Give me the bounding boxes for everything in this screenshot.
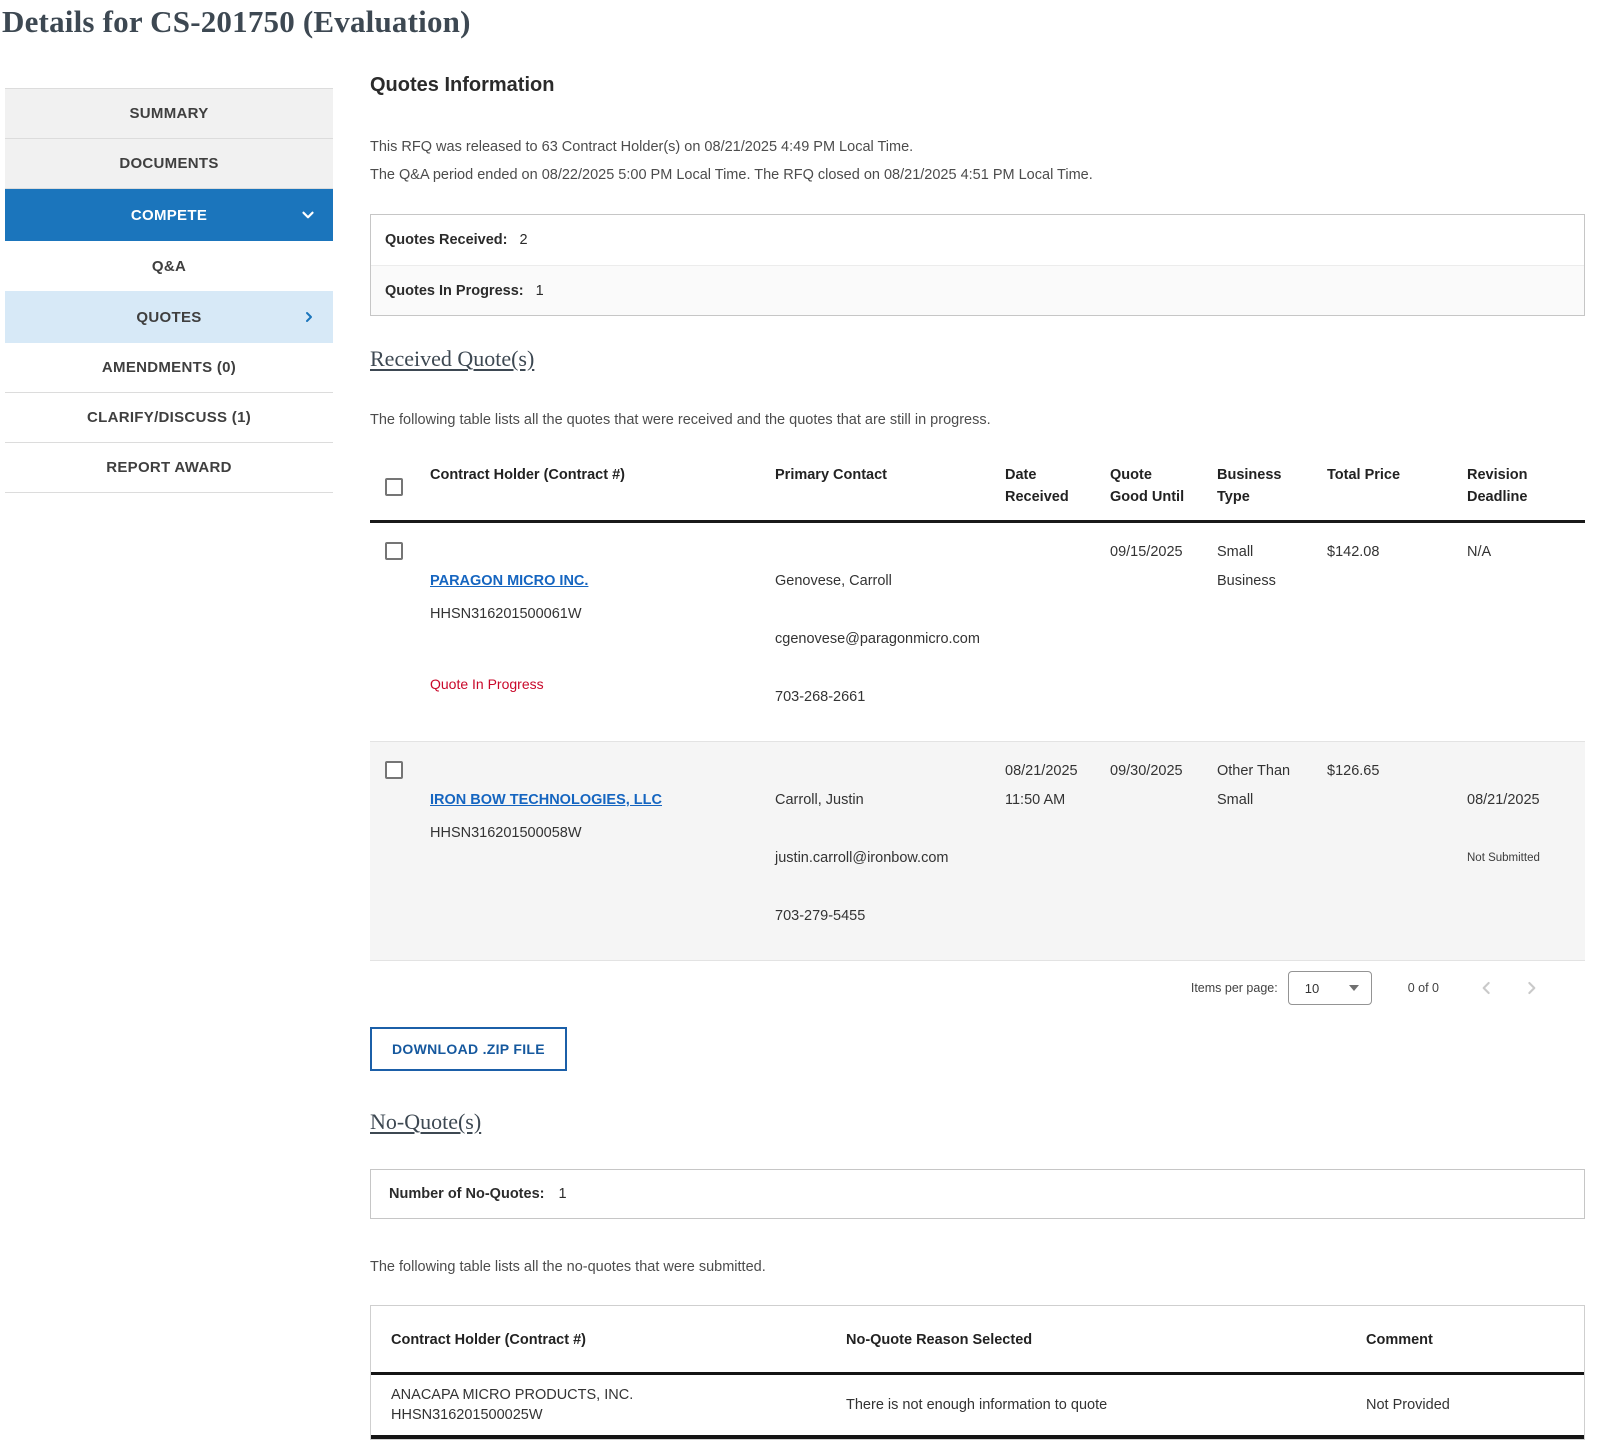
sidebar-item-label: Q&A <box>152 258 186 275</box>
page-size-value: 10 <box>1305 981 1319 996</box>
col-date-received: Date Received <box>1005 464 1110 508</box>
col-nq-comment: Comment <box>1366 1306 1584 1372</box>
col-total-price: Total Price <box>1327 464 1467 508</box>
contract-number: HHSN316201500061W <box>430 600 763 629</box>
sidebar-item-clarify-discuss[interactable]: CLARIFY/DISCUSS (1) <box>5 393 333 443</box>
sidebar-item-qa[interactable]: Q&A <box>5 241 333 291</box>
business-type-value: Other Than Small <box>1217 757 1327 960</box>
date-received-value <box>1005 538 1110 741</box>
row-checkbox[interactable] <box>385 761 403 779</box>
quotes-summary-box: Quotes Received: 2 Quotes In Progress: 1 <box>370 214 1585 316</box>
quote-row-paragon: PARAGON MICRO INC. HHSN316201500061W Quo… <box>370 523 1585 742</box>
no-quotes-table: Contract Holder (Contract #) No-Quote Re… <box>370 1305 1585 1440</box>
sidebar-item-documents[interactable]: DOCUMENTS <box>5 139 333 189</box>
page-range-label: 0 of 0 <box>1408 981 1439 995</box>
received-quotes-header: Contract Holder (Contract #) Primary Con… <box>370 452 1585 523</box>
quotes-received-label: Quotes Received: <box>385 232 508 248</box>
total-price-value: $126.65 <box>1327 757 1467 960</box>
contact-name: Genovese, Carroll <box>775 567 993 596</box>
received-quotes-table: Contract Holder (Contract #) Primary Con… <box>370 452 1585 1015</box>
col-revision-deadline: Revision Deadline <box>1467 464 1585 508</box>
contract-number: HHSN316201500058W <box>430 819 763 848</box>
previous-page-icon[interactable] <box>1477 978 1497 998</box>
quotes-in-progress-value: 1 <box>536 283 544 299</box>
received-quotes-heading: Received Quote(s) <box>370 346 1585 372</box>
page-size-select[interactable]: 10 <box>1288 971 1372 1005</box>
col-nq-reason: No-Quote Reason Selected <box>846 1306 1366 1372</box>
rfq-released-line: This RFQ was released to 63 Contract Hol… <box>370 133 1585 161</box>
paginator: Items per page: 10 0 of 0 <box>370 960 1585 1015</box>
col-business-type: Business Type <box>1217 464 1327 508</box>
row-checkbox[interactable] <box>385 542 403 560</box>
sidebar-item-quotes[interactable]: QUOTES <box>5 291 333 343</box>
quote-good-until-value: 09/30/2025 <box>1110 757 1217 960</box>
contact-phone: 703-268-2661 <box>775 683 993 712</box>
no-quote-row-anacapa: ANACAPA MICRO PRODUCTS, INC. HHSN3162015… <box>371 1375 1584 1439</box>
sidebar-item-label: QUOTES <box>136 309 201 326</box>
contract-holder-link[interactable]: PARAGON MICRO INC. <box>430 570 588 592</box>
sidebar-item-label: AMENDMENTS (0) <box>102 359 236 376</box>
download-zip-button[interactable]: DOWNLOAD .ZIP FILE <box>370 1027 567 1071</box>
no-quotes-description: The following table lists all the no-quo… <box>370 1259 1585 1275</box>
col-quote-good-until: Quote Good Until <box>1110 464 1217 508</box>
no-quotes-heading: No-Quote(s) <box>370 1109 1585 1135</box>
sidebar-item-label: DOCUMENTS <box>119 155 218 172</box>
col-primary-contact: Primary Contact <box>775 464 1005 508</box>
sidebar: SUMMARY DOCUMENTS COMPETE Q&A QUOTES AME… <box>5 88 333 493</box>
sidebar-item-report-award[interactable]: REPORT AWARD <box>5 443 333 493</box>
sidebar-item-label: SUMMARY <box>129 105 208 122</box>
quotes-in-progress-row: Quotes In Progress: 1 <box>371 265 1584 315</box>
main-content: Quotes Information This RFQ was released… <box>370 74 1585 1440</box>
no-quote-comment: Not Provided <box>1366 1387 1584 1423</box>
sidebar-item-summary[interactable]: SUMMARY <box>5 89 333 139</box>
contact-email: cgenovese@paragonmicro.com <box>775 625 993 654</box>
page-title: Details for CS-201750 (Evaluation) <box>2 4 471 40</box>
col-nq-contract-holder: Contract Holder (Contract #) <box>371 1306 846 1372</box>
col-contract-holder: Contract Holder (Contract #) <box>430 464 775 508</box>
sidebar-item-label: REPORT AWARD <box>106 459 232 476</box>
sidebar-item-compete[interactable]: COMPETE <box>5 189 333 241</box>
quote-good-until-value: 09/15/2025 <box>1110 538 1217 741</box>
quote-row-ironbow: IRON BOW TECHNOLOGIES, LLC HHSN316201500… <box>370 742 1585 960</box>
no-quotes-count-label: Number of No-Quotes: <box>389 1186 544 1202</box>
quotes-received-row: Quotes Received: 2 <box>371 215 1584 265</box>
quotes-information-title: Quotes Information <box>370 74 1585 97</box>
quotes-received-value: 2 <box>520 232 528 248</box>
chevron-right-icon <box>301 309 317 325</box>
next-page-icon[interactable] <box>1521 978 1541 998</box>
contact-email: justin.carroll@ironbow.com <box>775 844 993 873</box>
contract-holder-link[interactable]: IRON BOW TECHNOLOGIES, LLC <box>430 789 662 811</box>
items-per-page-label: Items per page: <box>1191 981 1278 995</box>
no-quotes-header: Contract Holder (Contract #) No-Quote Re… <box>371 1306 1584 1375</box>
sidebar-item-label: CLARIFY/DISCUSS (1) <box>87 409 251 426</box>
no-quotes-count-value: 1 <box>558 1186 566 1202</box>
received-quotes-description: The following table lists all the quotes… <box>370 412 1585 428</box>
no-quote-reason: There is not enough information to quote <box>846 1387 1366 1423</box>
sidebar-item-label: COMPETE <box>131 207 207 224</box>
no-quotes-count-box: Number of No-Quotes: 1 <box>370 1169 1585 1219</box>
business-type-value: Small Business <box>1217 538 1327 741</box>
select-caret-icon <box>1349 985 1359 991</box>
no-quote-holder-name: ANACAPA MICRO PRODUCTS, INC. <box>391 1385 846 1405</box>
select-all-checkbox[interactable] <box>385 478 403 496</box>
revision-deadline-value: N/A <box>1467 538 1585 741</box>
quote-status: Quote In Progress <box>430 674 763 694</box>
total-price-value: $142.08 <box>1327 538 1467 741</box>
no-quote-contract-number: HHSN316201500025W <box>391 1405 846 1425</box>
rfq-closed-line: The Q&A period ended on 08/22/2025 5:00 … <box>370 161 1585 189</box>
contact-name: Carroll, Justin <box>775 786 993 815</box>
revision-note: Not Submitted <box>1467 850 1573 866</box>
sidebar-item-amendments[interactable]: AMENDMENTS (0) <box>5 343 333 393</box>
contact-phone: 703-279-5455 <box>775 902 993 931</box>
date-received-value: 08/21/2025 11:50 AM <box>1005 757 1110 960</box>
revision-deadline-value: 08/21/2025 <box>1467 786 1573 815</box>
rfq-intro: This RFQ was released to 63 Contract Hol… <box>370 133 1585 189</box>
quotes-in-progress-label: Quotes In Progress: <box>385 283 524 299</box>
chevron-down-icon <box>299 206 317 224</box>
